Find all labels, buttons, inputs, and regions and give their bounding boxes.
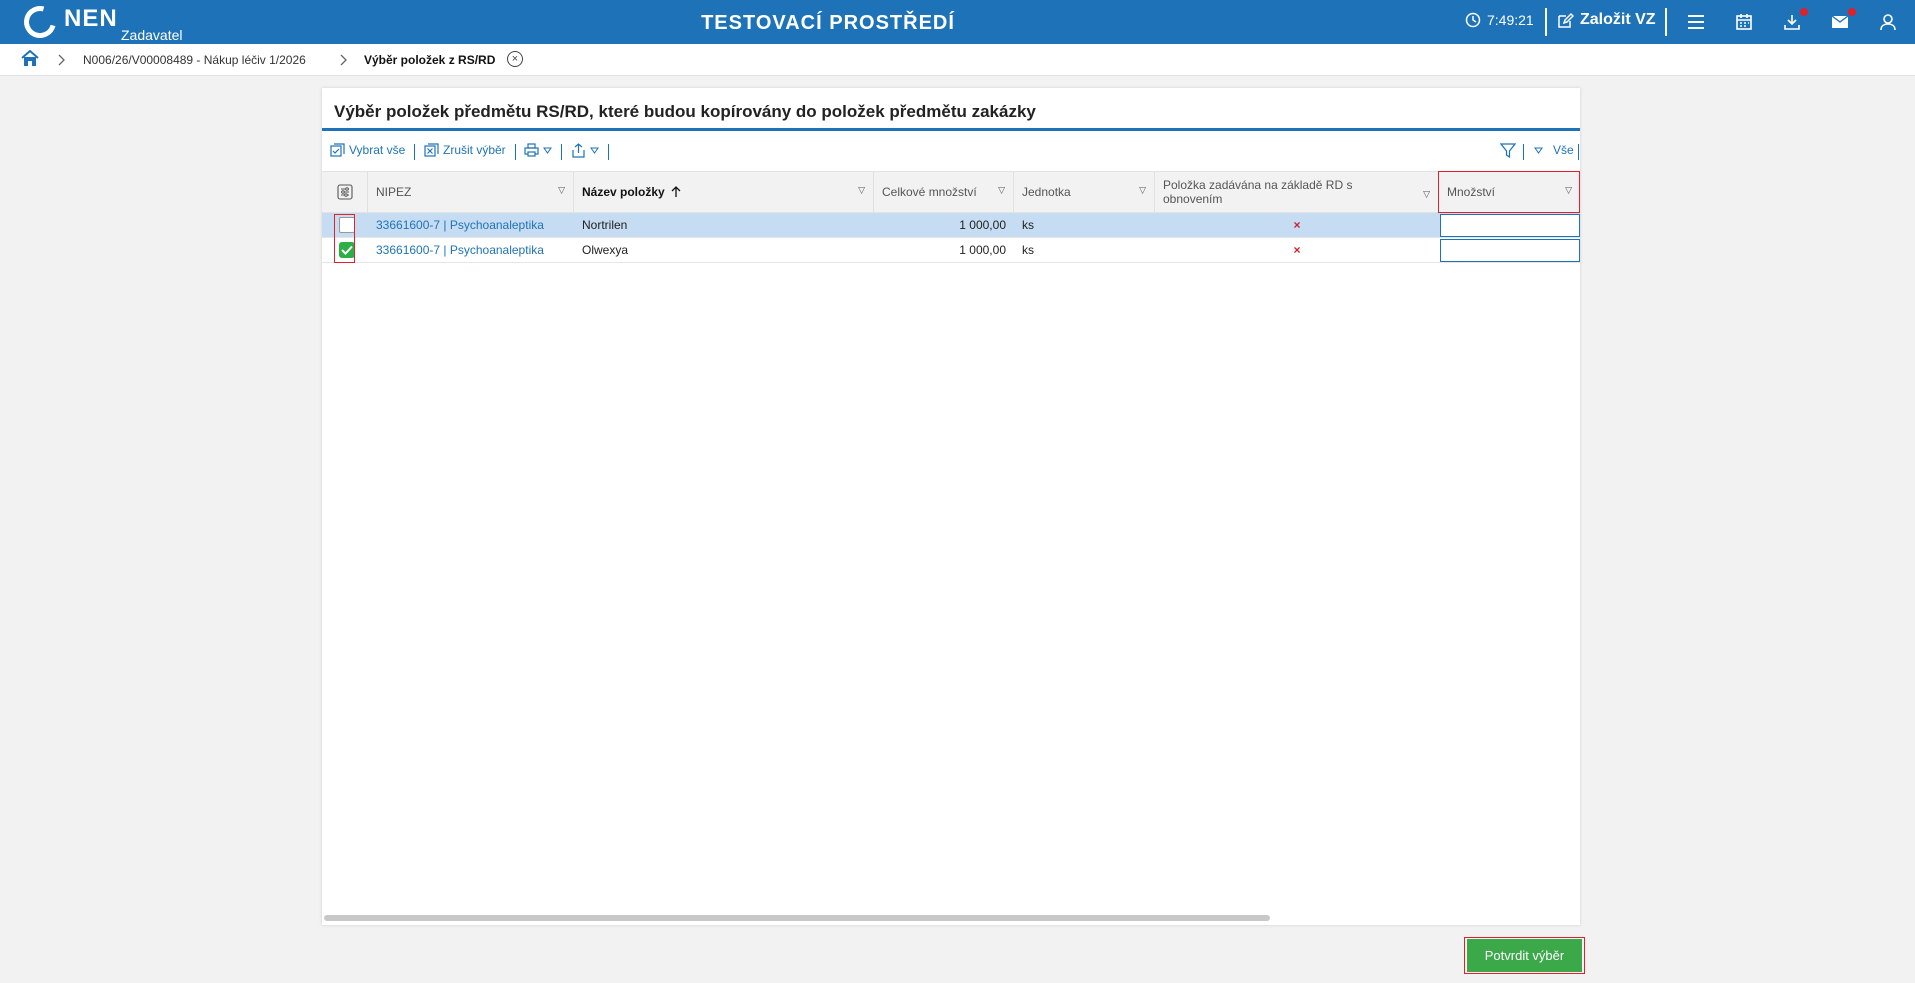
notification-dot [1800, 8, 1808, 16]
column-filter-icon[interactable]: ▽ [1139, 185, 1146, 196]
toolbar-divider [414, 144, 415, 160]
filter-all-dropdown[interactable]: Vše [1534, 143, 1574, 157]
breadcrumb-item-order[interactable]: N006/26/V00008489 - Nákup léčiv 1/2026 [83, 53, 306, 67]
chevron-down-icon [1534, 147, 1543, 154]
renewal-flag: × [1155, 213, 1439, 237]
create-vz-button[interactable]: Založit VZ [1557, 11, 1656, 29]
chevron-down-icon [543, 147, 552, 154]
cross-icon: × [1293, 243, 1301, 257]
edit-icon [1558, 12, 1574, 28]
topbar-divider [1665, 8, 1667, 36]
toolbar-divider [608, 144, 609, 160]
total-qty: 1 000,00 [959, 218, 1006, 232]
user-icon[interactable] [1876, 10, 1900, 34]
session-time: 7:49:21 [1487, 12, 1534, 28]
unit: ks [1022, 218, 1034, 232]
total-qty: 1 000,00 [959, 243, 1006, 257]
home-icon[interactable] [21, 49, 39, 70]
nipez-link[interactable]: 33661600-7 | Psychoanaleptika [368, 238, 552, 262]
selection-panel: Výběr položek předmětu RS/RD, které budo… [322, 88, 1580, 925]
table-row[interactable]: 33661600-7 | Psychoanaleptika Olwexya 1 … [322, 238, 1580, 263]
toolbar-divider [561, 144, 562, 160]
column-label: Název položky [582, 185, 665, 199]
column-header-renewal[interactable]: Položka zadávána na základě RD s obnoven… [1155, 172, 1439, 212]
chevron-right-icon [58, 54, 65, 66]
chevron-right-icon [340, 54, 347, 66]
item-name: Nortrilen [582, 218, 628, 232]
chevron-down-icon [590, 147, 599, 154]
column-settings-button[interactable] [322, 172, 368, 212]
toolbar-divider [515, 144, 516, 160]
cancel-selection-button[interactable]: Zrušit výběr [424, 143, 506, 157]
export-button[interactable] [571, 143, 603, 158]
cross-icon: × [1293, 218, 1301, 232]
grid-header: NIPEZ ▽ Název položky ▽ Celkové množství… [322, 171, 1580, 213]
toolbar-divider [1578, 144, 1579, 160]
checkbox-highlight [334, 214, 355, 263]
print-button[interactable] [524, 143, 556, 157]
cancel-selection-icon [424, 143, 439, 157]
panel-title: Výběr položek předmětu RS/RD, které budo… [334, 102, 1036, 121]
column-header-total-qty[interactable]: Celkové množství ▽ [874, 172, 1014, 212]
column-header-unit[interactable]: Jednotka ▽ [1014, 172, 1155, 212]
mail-icon[interactable] [1828, 8, 1856, 34]
download-icon[interactable] [1780, 8, 1808, 34]
select-all-icon [330, 143, 345, 157]
quantity-input[interactable] [1440, 239, 1580, 262]
qty-column-highlight [1438, 171, 1580, 213]
breadcrumb: N006/26/V00008489 - Nákup léčiv 1/2026 V… [0, 44, 1915, 76]
renewal-flag: × [1155, 238, 1439, 262]
topbar-divider [1545, 8, 1547, 36]
filter-icon [1500, 143, 1516, 159]
toolbar-divider [1523, 144, 1524, 160]
column-label: Celkové množství [882, 185, 977, 199]
column-label: Jednotka [1022, 185, 1071, 199]
filter-button[interactable] [1500, 143, 1520, 159]
column-header-nipez[interactable]: NIPEZ ▽ [368, 172, 574, 212]
column-label: Položka zadávána na základě RD s obnoven… [1163, 178, 1353, 206]
cancel-selection-label: Zrušit výběr [443, 143, 506, 157]
environment-title: TESTOVACÍ PROSTŘEDÍ [701, 12, 955, 34]
column-label: NIPEZ [376, 185, 412, 199]
column-header-name[interactable]: Název položky ▽ [574, 172, 874, 212]
session-timer: 7:49:21 [1465, 12, 1534, 28]
confirm-selection-button[interactable]: Potvrdit výběr [1467, 939, 1582, 972]
select-all-label: Vybrat vše [349, 143, 406, 157]
close-tab-icon[interactable]: × [507, 51, 523, 67]
calendar-icon[interactable] [1732, 10, 1756, 34]
print-icon [524, 143, 539, 157]
table-row[interactable]: 33661600-7 | Psychoanaleptika Nortrilen … [322, 213, 1580, 238]
title-underline [322, 128, 1580, 131]
settings-sliders-icon [336, 184, 353, 200]
select-all-button[interactable]: Vybrat vše [330, 143, 405, 157]
unit: ks [1022, 243, 1034, 257]
clock-icon [1465, 12, 1481, 28]
horizontal-scrollbar[interactable] [324, 915, 1270, 921]
export-icon [572, 143, 585, 158]
column-filter-icon[interactable]: ▽ [1423, 187, 1430, 201]
notification-dot [1848, 8, 1856, 16]
sort-ascending-icon [671, 186, 681, 197]
item-name: Olwexya [582, 243, 629, 257]
create-vz-label: Založit VZ [1580, 11, 1656, 28]
breadcrumb-item-current: Výběr položek z RS/RD [364, 53, 496, 67]
top-bar: NEN Zadavatel TESTOVACÍ PROSTŘEDÍ 7:49:2… [0, 0, 1915, 44]
column-filter-icon[interactable]: ▽ [558, 185, 565, 196]
grid-toolbar: Vybrat vše Zrušit výběr Vše [322, 140, 1580, 164]
column-filter-icon[interactable]: ▽ [998, 185, 1005, 196]
quantity-input[interactable] [1440, 214, 1580, 237]
menu-icon[interactable] [1684, 10, 1708, 34]
filter-all-label: Vše [1553, 143, 1574, 157]
column-filter-icon[interactable]: ▽ [858, 185, 865, 196]
nipez-link[interactable]: 33661600-7 | Psychoanaleptika [368, 213, 552, 237]
